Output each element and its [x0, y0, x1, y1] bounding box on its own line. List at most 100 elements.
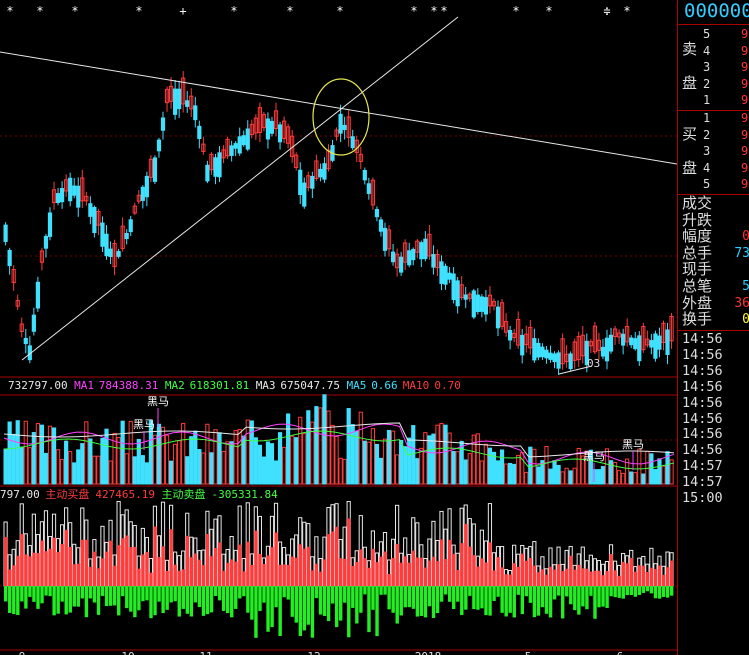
volume-bar: [43, 452, 49, 485]
flow-sell-bar: [181, 586, 185, 609]
flow-buy-bar: [431, 556, 436, 586]
flow-sell-bar: [121, 586, 125, 597]
volume-bar: [552, 460, 557, 485]
volume-bar: [31, 432, 36, 485]
flow-sell-bar: [334, 586, 339, 628]
x-axis-label: 12: [307, 650, 320, 655]
candle-body: [544, 349, 549, 359]
volume-bar: [116, 437, 121, 485]
volume-bar: [152, 434, 158, 485]
flow-buy-bar: [16, 555, 20, 586]
flow-buy-bar: [605, 571, 609, 586]
flow-sell-bar: [262, 586, 266, 603]
marker-glyph: *: [430, 4, 437, 18]
flow-buy-bar: [423, 567, 428, 586]
sell-level-row[interactable]: 5 9: [678, 27, 749, 44]
flow-buy-bar: [153, 526, 157, 586]
volume-bar: [88, 438, 93, 485]
candle-body: [55, 193, 61, 203]
volume-bar: [463, 459, 468, 485]
buy-level-row[interactable]: 5 9: [678, 177, 749, 194]
flow-buy-bar: [665, 567, 670, 586]
flow-sell-bar: [597, 586, 601, 608]
flow-sell-bar: [64, 586, 68, 615]
volume-bar: [96, 455, 101, 485]
flow-sell-bar: [112, 586, 117, 606]
volume-bar: [649, 453, 654, 485]
volume-bar: [512, 463, 517, 485]
volume-legend-item: 732797.00: [8, 379, 68, 392]
candle-body: [552, 353, 557, 363]
flow-buy-bar: [339, 558, 343, 586]
flow-buy-bar: [585, 568, 589, 586]
volume-bar: [629, 471, 634, 485]
volume-bar: [334, 436, 339, 485]
volume-bar: [217, 432, 222, 485]
candle-body: [374, 209, 380, 218]
flow-buy-bar: [500, 567, 504, 586]
volume-bar: [108, 460, 113, 485]
flow-buy-bar: [302, 548, 307, 586]
marker-glyph: ≑: [603, 4, 610, 18]
flow-sell-bar: [28, 586, 32, 597]
marker-glyph: *: [36, 4, 43, 18]
volume-bar: [374, 443, 380, 485]
flow-sell-bar: [496, 586, 500, 597]
buy-level-row[interactable]: 4 9: [678, 161, 749, 178]
candle-body: [399, 256, 404, 273]
buy-level-price: 9: [741, 127, 749, 142]
volume-bar: [7, 421, 12, 485]
sell-level-number: 4: [703, 43, 711, 58]
candle-body: [177, 88, 182, 110]
flow-buy-bar: [88, 567, 93, 586]
flow-sell-bar: [169, 586, 173, 603]
flow-sell-bar: [185, 586, 190, 614]
sell-level-row[interactable]: 3 9: [678, 60, 749, 77]
volume-bar: [168, 460, 174, 485]
sell-level-row[interactable]: 4 9: [678, 44, 749, 61]
flow-sell-bar: [649, 586, 654, 594]
flow-indicator-legend: 797.00 主动买盘 427465.19 主动卖盘 -305331.84: [0, 487, 278, 501]
kline-chart[interactable]: * * * * + * * * * * * * * ≑ * 03 732797.00 MA1 784388.31…: [0, 0, 677, 655]
volume-legend-item: 675047.75: [280, 379, 340, 392]
sell-level-row[interactable]: 1 9: [678, 93, 749, 110]
candle-body: [265, 118, 271, 140]
flow-buy-bar: [205, 534, 210, 586]
candle-body: [471, 290, 476, 318]
candle-body: [540, 346, 545, 358]
flow-buy-bar: [197, 559, 202, 586]
flow-buy-bar: [637, 565, 642, 586]
volume-legend-item: 0.66: [371, 379, 398, 392]
sell-level-number: 5: [703, 27, 711, 41]
flow-sell-bar: [379, 586, 383, 595]
flow-buy-bar: [246, 541, 250, 586]
flow-buy-bar: [427, 560, 432, 586]
volume-bar: [451, 451, 456, 485]
x-axis-label: 5: [525, 650, 532, 655]
marker-glyph: *: [512, 4, 519, 18]
flow-buy-bar: [314, 563, 319, 586]
volume-legend-item: MA5: [347, 379, 367, 392]
volume-bar: [318, 407, 323, 485]
buy-level-number: 3: [703, 144, 711, 159]
flow-sell-bar: [76, 586, 81, 607]
quote-info-label: 成交: [682, 194, 713, 212]
candle-body: [637, 335, 642, 362]
flow-sell-bar: [145, 586, 149, 601]
buy-level-row[interactable]: 2 9: [678, 128, 749, 145]
price-low-label: 03: [587, 357, 600, 370]
buy-level-row[interactable]: 3 9: [678, 144, 749, 161]
flow-sell-bar: [621, 586, 625, 599]
flow-buy-bar: [286, 564, 290, 586]
buy-level-row[interactable]: 1 9: [678, 111, 749, 128]
volume-bar: [80, 443, 85, 485]
volume-bar: [144, 462, 149, 485]
flow-buy-bar: [221, 570, 226, 586]
volume-bar: [201, 452, 206, 485]
flow-sell-bar: [609, 586, 613, 597]
sell-level-number: 3: [703, 60, 711, 75]
heima-label: 黑马: [133, 418, 155, 431]
flow-buy-bar: [72, 564, 77, 586]
sell-level-row[interactable]: 2 9: [678, 77, 749, 94]
flow-sell-bar: [137, 586, 141, 611]
